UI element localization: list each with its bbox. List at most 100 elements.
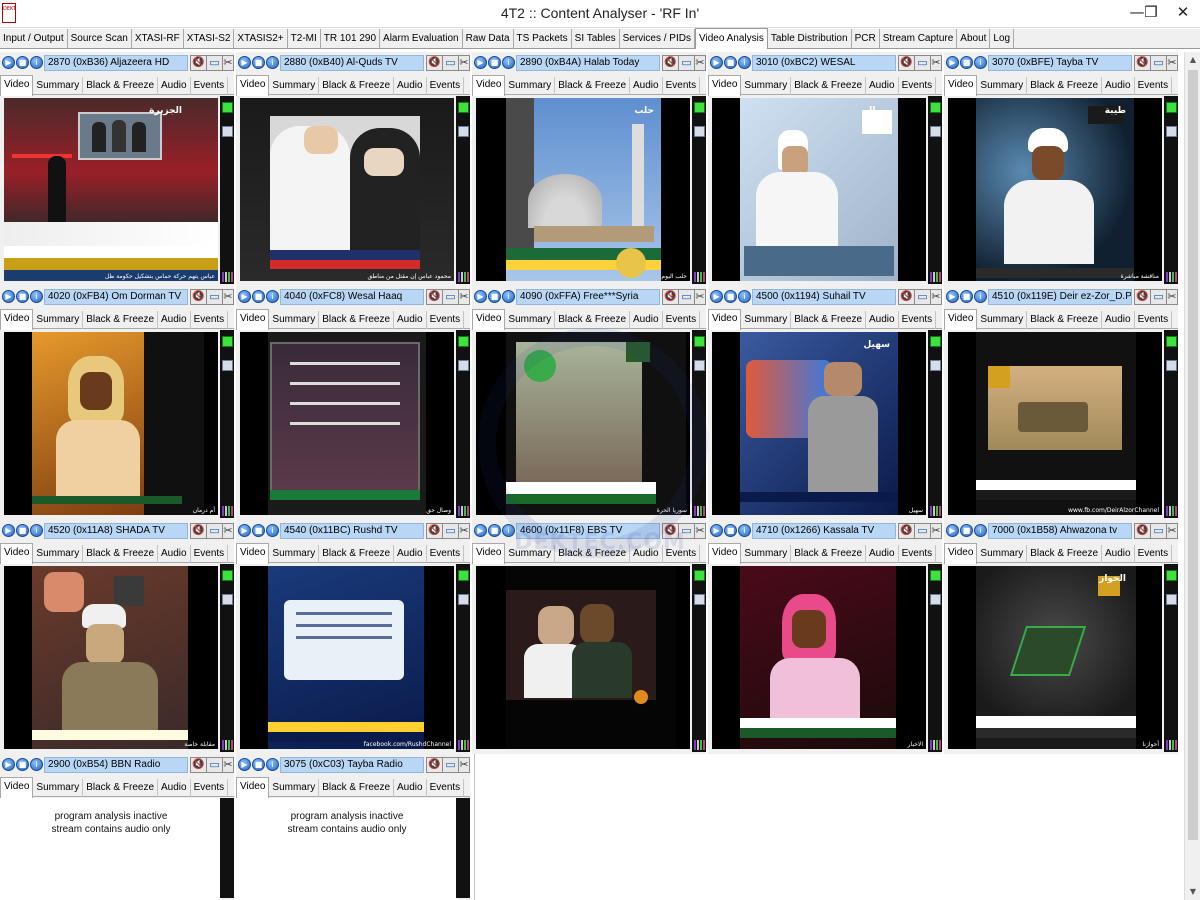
status-settings-icon[interactable] xyxy=(694,594,705,605)
pane-tab-black-freeze[interactable]: Black & Freeze xyxy=(1027,545,1103,563)
scroll-thumb[interactable] xyxy=(1188,70,1198,840)
info-icon[interactable]: i xyxy=(738,290,751,303)
tools-icon[interactable]: ✂ xyxy=(694,289,706,305)
mute-speaker-icon[interactable]: 🔇 xyxy=(662,55,679,71)
video-thumbnail[interactable]: سوريا الحرة xyxy=(476,332,690,515)
status-settings-icon[interactable] xyxy=(222,360,233,371)
pane-tab-audio[interactable]: Audio xyxy=(394,779,427,797)
pane-tab-summary[interactable]: Summary xyxy=(33,77,84,95)
play-icon[interactable]: ▶ xyxy=(474,56,487,69)
stop-icon[interactable]: ■ xyxy=(960,290,973,303)
pane-tab-black-freeze[interactable]: Black & Freeze xyxy=(319,311,395,329)
mute-speaker-icon[interactable]: 🔇 xyxy=(426,523,443,539)
pane-tab-events[interactable]: Events xyxy=(427,311,465,329)
video-thumbnail[interactable]: أم درمان xyxy=(4,332,218,515)
stop-icon[interactable]: ■ xyxy=(724,524,737,537)
video-thumbnail[interactable]: وصال xyxy=(712,98,926,281)
info-icon[interactable]: i xyxy=(738,524,751,537)
pane-tab-events[interactable]: Events xyxy=(663,77,701,95)
tools-icon[interactable]: ✂ xyxy=(1166,289,1178,305)
info-icon[interactable]: i xyxy=(30,524,43,537)
pane-tab-black-freeze[interactable]: Black & Freeze xyxy=(319,545,395,563)
tools-icon[interactable]: ✂ xyxy=(930,289,942,305)
stop-icon[interactable]: ■ xyxy=(252,524,265,537)
mute-speaker-icon[interactable]: 🔇 xyxy=(426,757,443,773)
monitor-icon[interactable]: ▭ xyxy=(914,289,931,305)
pane-tab-events[interactable]: Events xyxy=(663,311,701,329)
monitor-icon[interactable]: ▭ xyxy=(678,523,695,539)
stop-icon[interactable]: ■ xyxy=(16,290,29,303)
vertical-scrollbar[interactable]: ▲ ▼ xyxy=(1184,52,1200,900)
pane-tab-black-freeze[interactable]: Black & Freeze xyxy=(791,311,867,329)
monitor-icon[interactable]: ▭ xyxy=(678,55,695,71)
video-thumbnail[interactable]: محمود عباس إن مقتل من مناطق xyxy=(240,98,454,281)
pane-tab-audio[interactable]: Audio xyxy=(630,545,663,563)
tab-input-output[interactable]: Input / Output xyxy=(0,29,68,49)
tab-raw-data[interactable]: Raw Data xyxy=(463,29,514,49)
info-icon[interactable]: i xyxy=(502,290,515,303)
pane-tab-black-freeze[interactable]: Black & Freeze xyxy=(1027,77,1103,95)
monitor-icon[interactable]: ▭ xyxy=(1150,55,1167,71)
video-thumbnail[interactable]: أحوازنا الحواز xyxy=(948,566,1162,749)
pane-tab-summary[interactable]: Summary xyxy=(33,311,84,329)
pane-tab-summary[interactable]: Summary xyxy=(33,779,84,797)
pane-tab-video[interactable]: Video xyxy=(944,543,978,564)
monitor-icon[interactable]: ▭ xyxy=(1150,523,1167,539)
play-icon[interactable]: ▶ xyxy=(710,290,723,303)
pane-tab-black-freeze[interactable]: Black & Freeze xyxy=(83,77,159,95)
video-thumbnail[interactable]: مقابلة خاصة xyxy=(4,566,218,749)
status-settings-icon[interactable] xyxy=(694,126,705,137)
tab-xtasis2[interactable]: XTASIS2+ xyxy=(234,29,288,49)
video-thumbnail[interactable]: عباس يتهم حركة حماس بتشكيل حكومة ظل الجزي… xyxy=(4,98,218,281)
status-settings-icon[interactable] xyxy=(930,594,941,605)
tab-t2-mi[interactable]: T2-MI xyxy=(288,29,321,49)
monitor-icon[interactable]: ▭ xyxy=(442,523,459,539)
pane-tab-summary[interactable]: Summary xyxy=(269,311,320,329)
status-settings-icon[interactable] xyxy=(222,594,233,605)
tab-xtasi-s2[interactable]: XTASI-S2 xyxy=(184,29,235,49)
pane-tab-audio[interactable]: Audio xyxy=(1102,545,1135,563)
pane-tab-events[interactable]: Events xyxy=(899,545,937,563)
pane-tab-events[interactable]: Events xyxy=(1135,77,1173,95)
video-thumbnail[interactable] xyxy=(476,566,690,749)
status-settings-icon[interactable] xyxy=(930,360,941,371)
play-icon[interactable]: ▶ xyxy=(238,524,251,537)
stop-icon[interactable]: ■ xyxy=(488,290,501,303)
status-settings-icon[interactable] xyxy=(1166,126,1177,137)
status-settings-icon[interactable] xyxy=(458,594,469,605)
mute-speaker-icon[interactable]: 🔇 xyxy=(190,55,207,71)
monitor-icon[interactable]: ▭ xyxy=(914,523,931,539)
mute-speaker-icon[interactable]: 🔇 xyxy=(426,55,443,71)
pane-tab-audio[interactable]: Audio xyxy=(394,311,427,329)
pane-tab-audio[interactable]: Audio xyxy=(1102,77,1135,95)
pane-tab-black-freeze[interactable]: Black & Freeze xyxy=(83,545,159,563)
tab-services-pids[interactable]: Services / PIDs xyxy=(620,29,695,49)
stop-icon[interactable]: ■ xyxy=(724,290,737,303)
pane-tab-video[interactable]: Video xyxy=(708,309,742,330)
video-thumbnail[interactable]: مناقشة مباشرة طيبة xyxy=(948,98,1162,281)
play-icon[interactable]: ▶ xyxy=(710,524,723,537)
mute-speaker-icon[interactable]: 🔇 xyxy=(662,523,679,539)
pane-tab-summary[interactable]: Summary xyxy=(977,311,1028,329)
tools-icon[interactable]: ✂ xyxy=(458,289,470,305)
pane-tab-audio[interactable]: Audio xyxy=(630,311,663,329)
pane-tab-black-freeze[interactable]: Black & Freeze xyxy=(1027,311,1103,329)
tab-log[interactable]: Log xyxy=(990,29,1015,49)
play-icon[interactable]: ▶ xyxy=(946,524,959,537)
play-icon[interactable]: ▶ xyxy=(474,524,487,537)
pane-tab-summary[interactable]: Summary xyxy=(269,77,320,95)
video-thumbnail[interactable]: وصال حق xyxy=(240,332,454,515)
tools-icon[interactable]: ✂ xyxy=(222,289,234,305)
mute-speaker-icon[interactable]: 🔇 xyxy=(898,55,915,71)
status-settings-icon[interactable] xyxy=(930,126,941,137)
video-thumbnail[interactable]: الاخبار xyxy=(712,566,926,749)
tools-icon[interactable]: ✂ xyxy=(222,523,234,539)
tools-icon[interactable]: ✂ xyxy=(930,55,942,71)
stop-icon[interactable]: ■ xyxy=(960,56,973,69)
pane-tab-black-freeze[interactable]: Black & Freeze xyxy=(319,77,395,95)
pane-tab-events[interactable]: Events xyxy=(1135,311,1173,329)
pane-tab-summary[interactable]: Summary xyxy=(977,545,1028,563)
monitor-icon[interactable]: ▭ xyxy=(206,289,223,305)
tools-icon[interactable]: ✂ xyxy=(458,757,470,773)
pane-tab-audio[interactable]: Audio xyxy=(158,311,191,329)
